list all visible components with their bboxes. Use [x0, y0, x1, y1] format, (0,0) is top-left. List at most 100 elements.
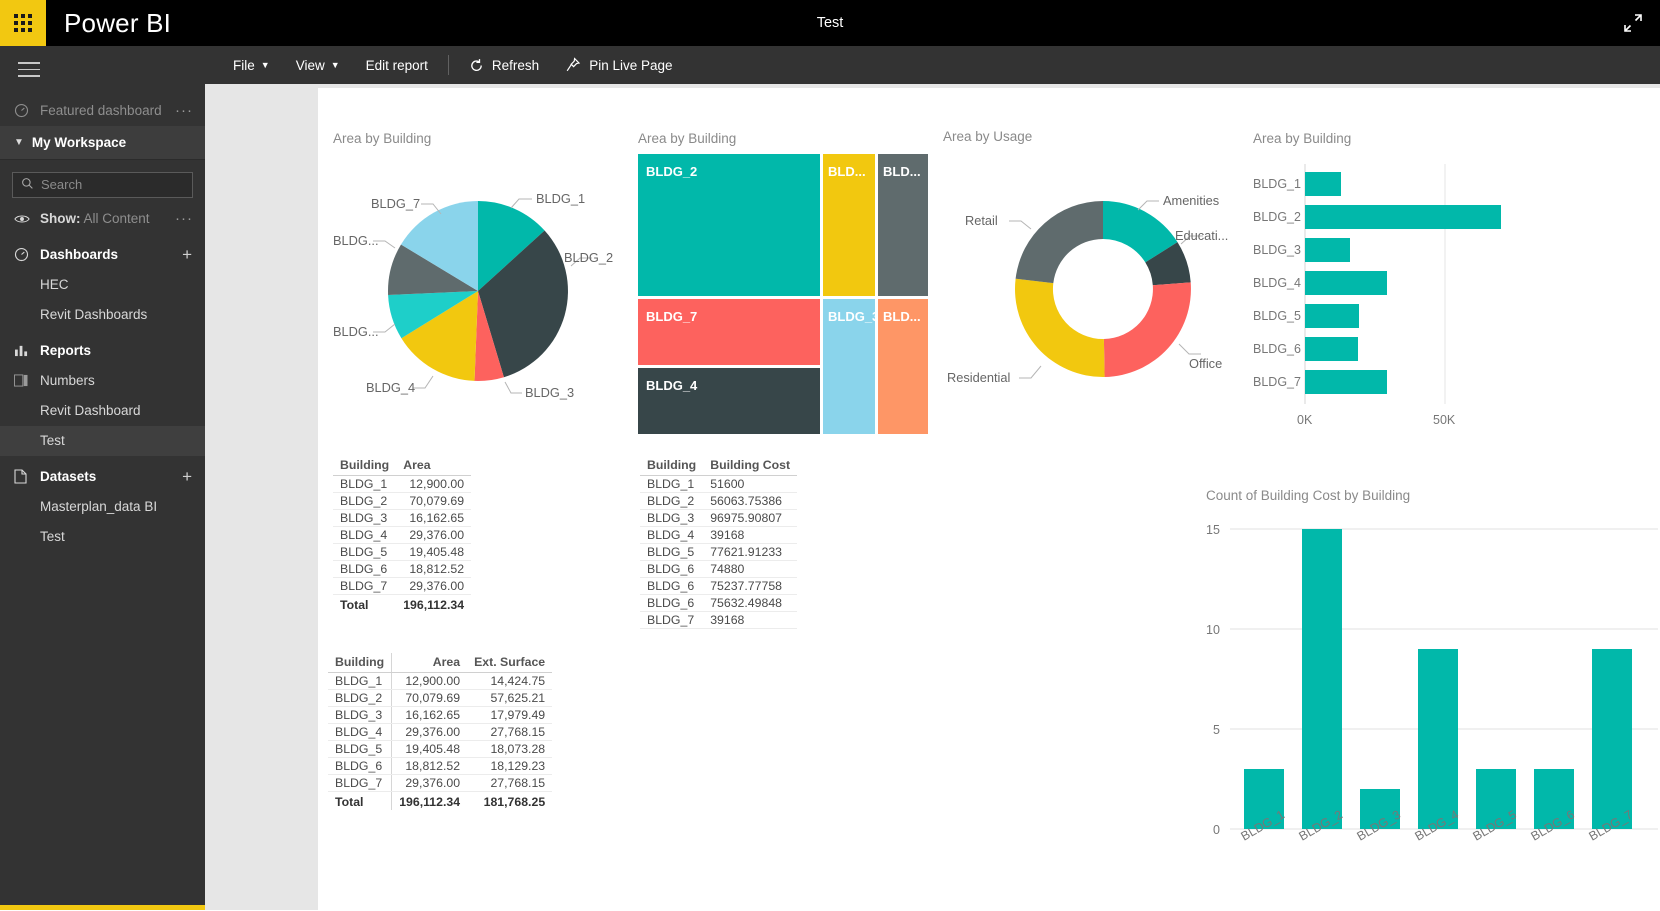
add-dashboard-button[interactable]: + [182, 246, 192, 263]
table-row[interactable]: BLDG_4 29,376.00 [333, 526, 472, 544]
th-building-cost[interactable]: Building Cost [703, 456, 798, 476]
sidebar-item-test-dataset[interactable]: Test [0, 522, 205, 552]
sidebar-item-masterplan-data-bi[interactable]: Masterplan_data BI [0, 492, 205, 522]
visual-table-building-cost[interactable]: Building Building Cost BLDG_1 51600 BLDG_… [640, 456, 798, 629]
table-header-row: Building Building Cost [640, 456, 798, 476]
sidebar-group-reports[interactable]: Reports [0, 336, 205, 366]
visual-table-area[interactable]: Building Area BLDG_1 12,900.00 BLDG_2 70,0… [333, 456, 472, 613]
hbar-bar-bldg-2[interactable] [1305, 205, 1501, 229]
table-row[interactable]: BLDG_2 70,079.69 [333, 492, 472, 510]
visual-table-ext-surface[interactable]: Building Area Ext. Surface BLDG_1 12,900.… [328, 653, 553, 810]
donut-label-education: Educati... [1175, 228, 1228, 243]
cell-building: BLDG_4 [640, 526, 704, 544]
table-row[interactable]: BLDG_1 51600 [640, 475, 798, 493]
cell-cost: 75237.77758 [703, 577, 798, 595]
hbar-bar-bldg-5[interactable] [1305, 304, 1359, 328]
vbar-ytick-5: 5 [1213, 723, 1220, 737]
table-row[interactable]: BLDG_5 19,405.48 18,073.28 [328, 740, 553, 758]
refresh-label: Refresh [491, 57, 540, 73]
table-row[interactable]: BLDG_3 16,162.65 17,979.49 [328, 706, 553, 724]
visual-treemap-area-by-building[interactable]: Area by Building BLDG_2 BLDG_7 BLDG_4 BL… [638, 131, 938, 441]
bar-chart-icon [14, 344, 32, 357]
menu-file[interactable]: File ▼ [220, 46, 283, 84]
featured-more-icon[interactable]: ··· [175, 102, 193, 119]
sidebar-group-dashboards[interactable]: Dashboards + [0, 240, 205, 270]
visual-hbar-area-by-building[interactable]: Area by Building BLDG_1 BLDG_2 BLDG_3 BL… [1253, 131, 1583, 431]
hbar-bar-bldg-1[interactable] [1305, 172, 1341, 196]
cell-ext-surface: 27,768.15 [467, 723, 553, 741]
table-row[interactable]: BLDG_7 39168 [640, 611, 798, 629]
cell-total-area: 196,112.34 [391, 791, 468, 810]
th-building[interactable]: Building [333, 456, 397, 476]
donut-slice-residential[interactable] [1014, 278, 1105, 378]
hbar-bar-bldg-3[interactable] [1305, 238, 1350, 262]
visual-vbar-count-building-cost[interactable]: Count of Building Cost by Building 15 10… [1198, 488, 1658, 908]
refresh-button[interactable]: Refresh [456, 46, 552, 84]
treemap-label-bldg-7: BLDG_7 [646, 309, 697, 324]
table-row[interactable]: BLDG_2 56063.75386 [640, 492, 798, 510]
table-row[interactable]: BLDG_3 16,162.65 [333, 509, 472, 527]
sidebar-item-test-report[interactable]: Test [0, 425, 205, 456]
sidebar-item-revit-dashboard[interactable]: Revit Dashboard [0, 396, 205, 426]
table-row[interactable]: BLDG_3 96975.90807 [640, 509, 798, 527]
vbar-bar-bldg-4[interactable] [1418, 649, 1458, 829]
th-ext-surface[interactable]: Ext. Surface [467, 653, 553, 673]
cell-building: BLDG_7 [333, 577, 397, 595]
group-label-reports: Reports [40, 343, 92, 359]
cell-building: BLDG_1 [328, 672, 392, 690]
table-row[interactable]: BLDG_6 75632.49848 [640, 594, 798, 612]
hamburger-menu-icon[interactable] [0, 46, 205, 96]
edit-report-button[interactable]: Edit report [353, 46, 441, 84]
table-row[interactable]: BLDG_6 75237.77758 [640, 577, 798, 595]
sidebar-item-revit-dashboards[interactable]: Revit Dashboards [0, 300, 205, 330]
pie-label-bldg-7: BLDG_7 [371, 196, 420, 211]
sidebar-item-featured-dashboard[interactable]: Featured dashboard ··· [0, 96, 205, 126]
th-building[interactable]: Building [328, 653, 392, 673]
vbar-bar-bldg-7[interactable] [1592, 649, 1632, 829]
donut-slice-retail[interactable] [1015, 201, 1103, 284]
add-dataset-button[interactable]: + [182, 468, 192, 485]
table-row[interactable]: BLDG_6 74880 [640, 560, 798, 578]
table-row[interactable]: BLDG_5 19,405.48 [333, 543, 472, 561]
sidebar-item-my-workspace[interactable]: ▼ My Workspace [0, 125, 205, 160]
treemap-label-bldg-1: BLD... [883, 309, 921, 324]
dashboard-icon [14, 247, 32, 262]
table-row[interactable]: BLDG_1 12,900.00 [333, 475, 472, 493]
app-launcher-icon[interactable] [0, 0, 46, 46]
show-more-icon[interactable]: ··· [175, 210, 193, 227]
th-area[interactable]: Area [396, 456, 472, 476]
th-area[interactable]: Area [391, 653, 468, 673]
vbar-bar-bldg-2[interactable] [1302, 529, 1342, 829]
table-row[interactable]: BLDG_6 18,812.52 18,129.23 [328, 757, 553, 775]
table-row[interactable]: BLDG_7 29,376.00 [333, 577, 472, 595]
cell-cost: 74880 [703, 560, 798, 578]
hbar-bar-bldg-4[interactable] [1305, 271, 1387, 295]
table-row[interactable]: BLDG_4 29,376.00 27,768.15 [328, 723, 553, 741]
table-row[interactable]: BLDG_4 39168 [640, 526, 798, 544]
visual-pie-area-by-building[interactable]: Area by Building BLDG_1 BLDG_2 BLDG_3 BL… [333, 131, 633, 441]
sidebar-item-show-filter[interactable]: Show: All Content ··· [0, 204, 205, 234]
hbar-bar-bldg-6[interactable] [1305, 337, 1358, 361]
cell-building: BLDG_6 [640, 560, 704, 578]
table-row[interactable]: BLDG_6 18,812.52 [333, 560, 472, 578]
sidebar-group-datasets[interactable]: Datasets + [0, 462, 205, 492]
menu-view[interactable]: View ▼ [283, 46, 353, 84]
search-input[interactable] [41, 177, 184, 193]
full-screen-icon[interactable] [1622, 12, 1644, 34]
visual-donut-area-by-usage[interactable]: Area by Usage Amenities Educati... Offic… [943, 129, 1263, 439]
sidebar-item-numbers[interactable]: Numbers [0, 366, 205, 396]
table-row[interactable]: BLDG_1 12,900.00 14,424.75 [328, 672, 553, 690]
brand-title[interactable]: Power BI [64, 8, 171, 39]
pin-live-page-button[interactable]: Pin Live Page [552, 46, 685, 84]
cell-ext-surface: 18,129.23 [467, 757, 553, 775]
th-building[interactable]: Building [640, 456, 704, 476]
sidebar-item-hec[interactable]: HEC [0, 270, 205, 300]
cell-ext-surface: 14,424.75 [467, 672, 553, 690]
search-box[interactable] [12, 171, 193, 198]
table-row[interactable]: BLDG_2 70,079.69 57,625.21 [328, 689, 553, 707]
table-row[interactable]: BLDG_5 77621.91233 [640, 543, 798, 561]
donut-slice-office[interactable] [1103, 282, 1191, 377]
hbar-bar-bldg-7[interactable] [1305, 370, 1387, 394]
table-row[interactable]: BLDG_7 29,376.00 27,768.15 [328, 774, 553, 792]
donut-label-amenities: Amenities [1163, 193, 1219, 208]
